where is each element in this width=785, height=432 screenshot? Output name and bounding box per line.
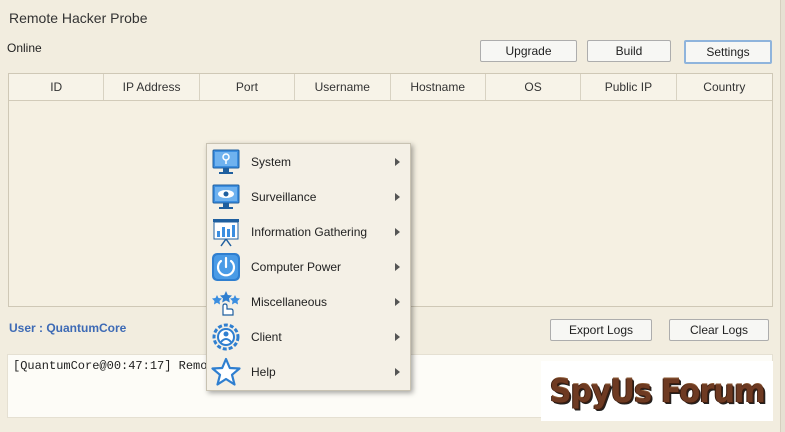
submenu-arrow-icon — [395, 297, 400, 306]
menu-item-surveillance[interactable]: Surveillance — [207, 179, 410, 214]
monitor-eye-icon — [210, 181, 242, 213]
export-logs-button[interactable]: Export Logs — [550, 319, 652, 341]
menu-item-label: Information Gathering — [251, 224, 368, 239]
column-header-os[interactable]: OS — [486, 74, 582, 100]
column-header-ip-address[interactable]: IP Address — [104, 74, 200, 100]
menu-item-client[interactable]: Client — [207, 319, 410, 354]
menu-item-label: Computer Power — [251, 259, 342, 274]
settings-button[interactable]: Settings — [684, 40, 772, 64]
monitor-key-icon — [210, 146, 242, 178]
status-label: Online — [7, 41, 42, 55]
submenu-arrow-icon — [395, 227, 400, 236]
menu-item-information-gathering[interactable]: Information Gathering — [207, 214, 410, 249]
column-header-public-ip[interactable]: Public IP — [581, 74, 677, 100]
client-gear-icon — [210, 321, 242, 353]
column-header-country[interactable]: Country — [677, 74, 772, 100]
presentation-chart-icon — [210, 216, 242, 248]
star-icon — [210, 356, 242, 388]
submenu-arrow-icon — [395, 367, 400, 376]
column-header-hostname[interactable]: Hostname — [391, 74, 486, 100]
submenu-arrow-icon — [395, 157, 400, 166]
upgrade-button[interactable]: Upgrade — [480, 40, 577, 62]
clear-logs-button[interactable]: Clear Logs — [669, 319, 769, 341]
menu-item-label: Help — [251, 364, 276, 379]
stars-hand-icon — [210, 286, 242, 318]
column-header-id[interactable]: ID — [9, 74, 105, 100]
submenu-arrow-icon — [395, 192, 400, 201]
menu-item-label: Surveillance — [251, 189, 317, 204]
column-header-port[interactable]: Port — [200, 74, 296, 100]
menu-item-label: Client — [251, 329, 282, 344]
menu-item-help[interactable]: Help — [207, 354, 410, 389]
current-user-label: User : QuantumCore — [9, 321, 127, 335]
context-menu: System Surveillance Information Gatherin… — [206, 143, 411, 391]
submenu-arrow-icon — [395, 332, 400, 341]
table-header: ID IP Address Port Username Hostname OS … — [9, 74, 772, 101]
submenu-arrow-icon — [395, 262, 400, 271]
app-title: Remote Hacker Probe — [9, 10, 148, 26]
watermark-text: SpyUs Forum — [549, 372, 765, 410]
menu-item-miscellaneous[interactable]: Miscellaneous — [207, 284, 410, 319]
column-header-username[interactable]: Username — [295, 74, 391, 100]
menu-item-system[interactable]: System — [207, 144, 410, 179]
window-scroll-edge[interactable] — [780, 0, 785, 432]
watermark-logo: SpyUs Forum — [541, 361, 773, 421]
menu-item-label: Miscellaneous — [251, 294, 328, 309]
power-icon — [210, 251, 242, 283]
menu-item-label: System — [251, 154, 292, 169]
menu-item-computer-power[interactable]: Computer Power — [207, 249, 410, 284]
build-button[interactable]: Build — [587, 40, 671, 62]
